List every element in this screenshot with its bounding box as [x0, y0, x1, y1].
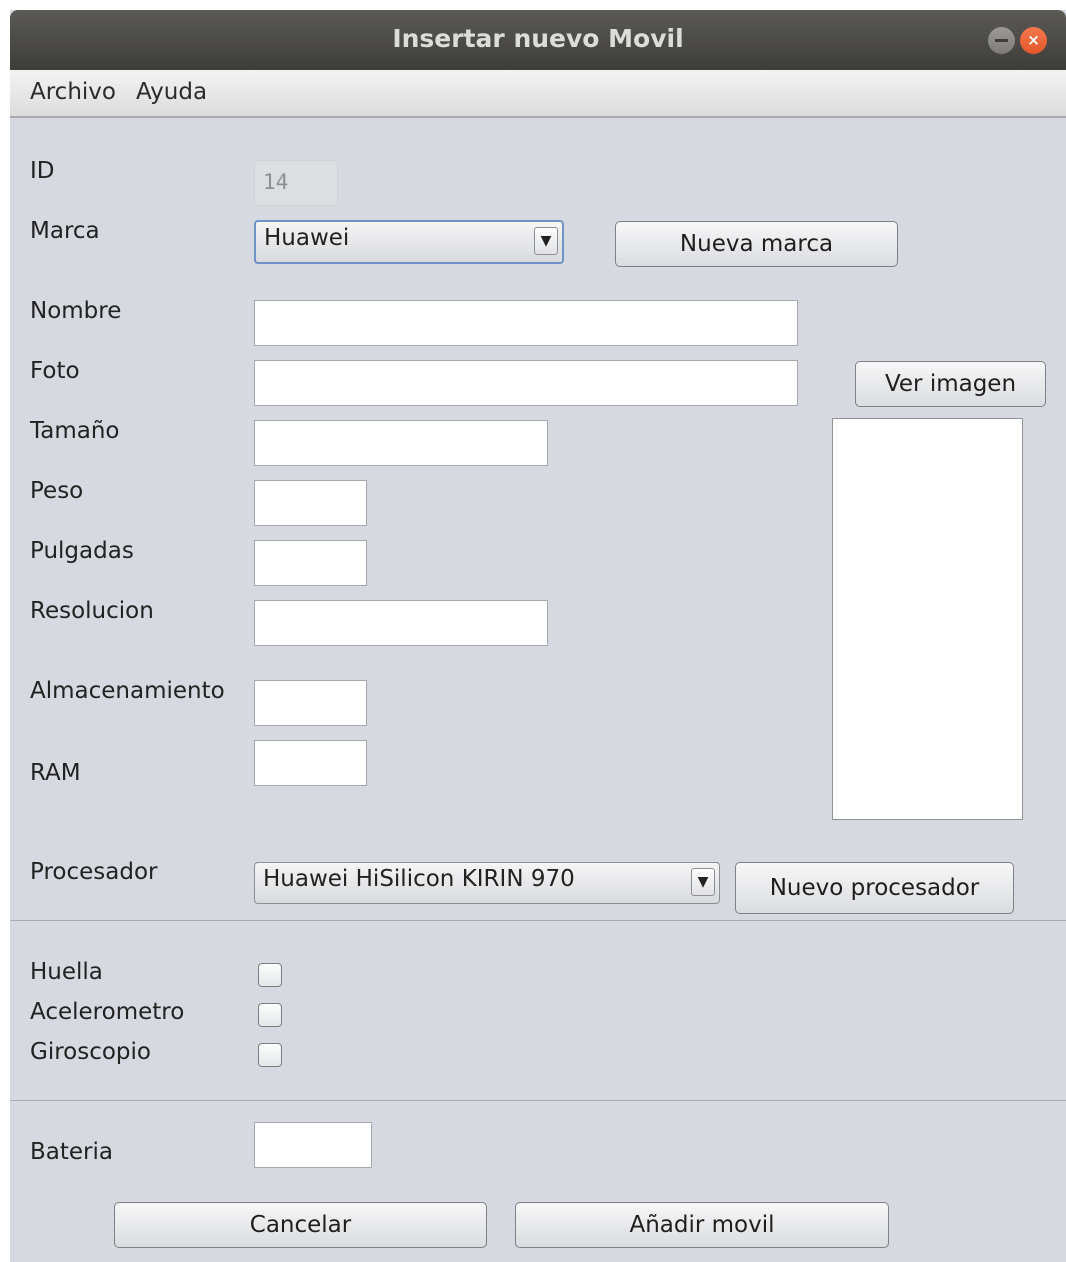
chevron-down-icon[interactable]: ▼ — [534, 227, 558, 255]
marca-combo[interactable]: Huawei ▼ — [254, 220, 564, 264]
chevron-down-icon[interactable]: ▼ — [691, 868, 715, 896]
menu-archivo[interactable]: Archivo — [30, 79, 116, 105]
pulgadas-field[interactable] — [254, 540, 367, 586]
resolucion-field[interactable] — [254, 600, 548, 646]
menu-ayuda[interactable]: Ayuda — [136, 79, 207, 105]
separator — [10, 920, 1066, 921]
procesador-selected: Huawei HiSilicon KIRIN 970 — [263, 866, 575, 892]
nombre-field[interactable] — [254, 300, 798, 346]
peso-label: Peso — [30, 478, 84, 504]
cancel-button[interactable]: Cancelar — [114, 1202, 487, 1248]
marca-selected: Huawei — [264, 225, 350, 251]
huella-checkbox[interactable] — [258, 963, 282, 987]
id-label: ID — [30, 158, 55, 184]
bateria-label: Bateria — [30, 1139, 113, 1165]
peso-field[interactable] — [254, 480, 367, 526]
ram-label: RAM — [30, 760, 81, 786]
foto-label: Foto — [30, 358, 80, 384]
menu-bar: Archivo Ayuda — [10, 70, 1066, 118]
nueva-marca-button[interactable]: Nueva marca — [615, 221, 898, 267]
almacenamiento-field[interactable] — [254, 680, 367, 726]
id-field: 14 — [254, 160, 338, 206]
window-title: Insertar nuevo Movil — [392, 24, 684, 53]
tamano-label: Tamaño — [30, 418, 120, 444]
image-preview — [832, 418, 1023, 820]
giroscopio-label: Giroscopio — [30, 1039, 151, 1065]
giroscopio-checkbox[interactable] — [258, 1043, 282, 1067]
dialog-window: Insertar nuevo Movil × Archivo Ayuda ID … — [10, 10, 1066, 1262]
pulgadas-label: Pulgadas — [30, 538, 134, 564]
almacenamiento-label: Almacenamiento — [30, 678, 225, 704]
acelerometro-label: Acelerometro — [30, 999, 185, 1025]
procesador-label: Procesador — [30, 859, 158, 885]
foto-field[interactable] — [254, 360, 798, 406]
ram-field[interactable] — [254, 740, 367, 786]
separator — [10, 1100, 1066, 1101]
procesador-combo[interactable]: Huawei HiSilicon KIRIN 970 ▼ — [254, 862, 720, 904]
close-button[interactable]: × — [1020, 27, 1047, 54]
nombre-label: Nombre — [30, 298, 122, 324]
title-bar[interactable]: Insertar nuevo Movil × — [10, 10, 1066, 70]
minimize-button[interactable] — [988, 27, 1015, 54]
acelerometro-checkbox[interactable] — [258, 1003, 282, 1027]
tamano-field[interactable] — [254, 420, 548, 466]
bateria-field[interactable] — [254, 1122, 372, 1168]
nuevo-procesador-button[interactable]: Nuevo procesador — [735, 862, 1014, 914]
add-movil-button[interactable]: Añadir movil — [515, 1202, 889, 1248]
resolucion-label: Resolucion — [30, 598, 154, 624]
marca-label: Marca — [30, 218, 100, 244]
huella-label: Huella — [30, 959, 103, 985]
ver-imagen-button[interactable]: Ver imagen — [855, 361, 1046, 407]
